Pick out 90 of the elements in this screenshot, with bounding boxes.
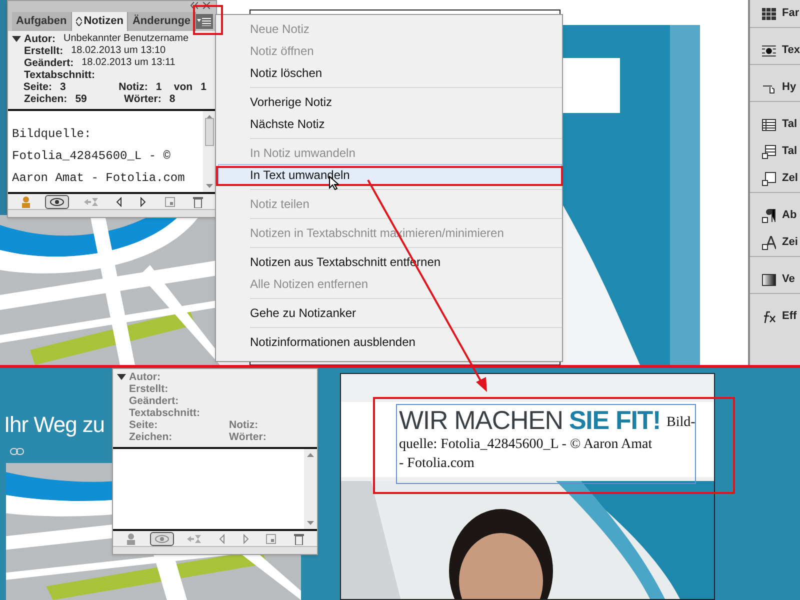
- new-note-icon: [164, 196, 175, 206]
- close-icon[interactable]: [203, 2, 210, 9]
- field-label: Erstellt:: [24, 45, 64, 57]
- scroll-up-icon[interactable]: [307, 453, 314, 457]
- table-icon: [762, 118, 776, 130]
- panel-item[interactable]: Eff: [750, 303, 800, 330]
- field-value: 18.02.2013 um 13:11: [80, 57, 176, 69]
- field-value: 1: [156, 81, 162, 93]
- panel-tab[interactable]: Änderunge: [128, 12, 196, 31]
- field-label: Zeichen:: [24, 93, 68, 105]
- caption-text: quelle: Fotolia_42845600_L - © Aaron Amat: [398, 436, 654, 454]
- panel-item[interactable]: Ab: [750, 202, 800, 229]
- field-label: Geändert:: [129, 395, 179, 407]
- panel-item[interactable]: Tal: [750, 138, 800, 165]
- field-label: Zeichen:: [129, 431, 172, 443]
- field-label: Notiz:: [229, 419, 258, 431]
- caption-text: - Fotolia.com: [398, 455, 476, 473]
- previous-icon: [218, 534, 225, 544]
- grid-icon: [762, 8, 776, 20]
- note-text-line: Fotolia_42845600_L - ©: [12, 148, 172, 165]
- headline-accent: SIE FIT!: [568, 405, 661, 435]
- panel-menu-button[interactable]: [196, 14, 213, 29]
- gradient-icon: [762, 274, 776, 286]
- disclosure-triangle-icon[interactable]: [12, 36, 21, 42]
- field-value: 3: [60, 81, 66, 93]
- field-value: 59: [75, 93, 87, 105]
- menu-item[interactable]: Vorherige Notiz: [250, 91, 562, 113]
- table-style-icon: [762, 144, 776, 158]
- menu-item[interactable]: Nächste Notiz: [250, 113, 562, 135]
- field-label: Textabschnitt:: [129, 407, 200, 419]
- eye-icon: [50, 198, 64, 206]
- page-heading: Ihr Weg zu: [4, 411, 104, 439]
- field-value: Unbekannter Benutzername: [62, 33, 189, 45]
- field-label: Seite:: [23, 81, 52, 93]
- field-label: Seite:: [129, 419, 158, 431]
- panel-tab[interactable]: Notizen: [72, 12, 128, 31]
- person-icon: [126, 532, 136, 544]
- new-note-icon: [266, 534, 276, 544]
- letter-a-icon: [762, 236, 776, 250]
- panel-item[interactable]: Zel: [750, 165, 800, 192]
- menu-item[interactable]: Notiz löschen: [250, 62, 562, 84]
- panel-item[interactable]: Tal: [750, 111, 800, 138]
- highlight-frame: [193, 5, 223, 35]
- panel-item[interactable]: Far: [750, 0, 800, 27]
- menu-icon: [197, 18, 212, 26]
- field-label: von: [174, 81, 193, 93]
- scroll-down-icon[interactable]: [307, 521, 314, 525]
- text-wrap-icon: [762, 44, 776, 56]
- field-value: 8: [169, 93, 176, 105]
- panel-item[interactable]: Ve: [750, 266, 800, 293]
- person-icon: [21, 196, 32, 208]
- note-text-line: Bildquelle:: [12, 126, 92, 143]
- field-value: 1: [200, 81, 206, 93]
- menu-item[interactable]: Gehe zu Notizanker: [250, 302, 562, 324]
- trash-icon: [192, 196, 203, 208]
- field-label: Wörter:: [124, 93, 162, 105]
- field-label: Textabschnitt:: [24, 69, 95, 81]
- headline: WIR MACHEN: [399, 405, 563, 435]
- resize-grip[interactable]: [8, 209, 216, 217]
- scroll-down-icon[interactable]: [206, 184, 213, 188]
- convert-icon: [187, 534, 202, 544]
- field-label: Geändert:: [24, 57, 74, 69]
- panel-tab[interactable]: Aufgaben: [12, 12, 72, 31]
- pilcrow-icon: [762, 208, 776, 222]
- trash-icon: [294, 532, 304, 544]
- convert-icon: [84, 196, 98, 206]
- next-icon: [242, 534, 249, 544]
- toolbar-button[interactable]: [45, 194, 70, 208]
- panel-item[interactable]: Hy: [750, 74, 800, 101]
- next-icon: [140, 196, 146, 206]
- field-label: Notiz:: [118, 81, 148, 93]
- field-value: 18.02.2013 um 13:10: [70, 45, 166, 57]
- cell-style-icon: [762, 172, 776, 186]
- field-label: Autor:: [129, 371, 160, 383]
- scrollbar-thumb[interactable]: [205, 118, 214, 146]
- caption-text: Bild-: [666, 414, 696, 432]
- link-icon: [10, 448, 24, 455]
- sort-arrows-icon: [76, 17, 82, 26]
- panel-item[interactable]: Tex: [750, 37, 800, 64]
- fx-icon: [762, 310, 776, 322]
- collapse-icon[interactable]: [190, 2, 198, 9]
- panel-item[interactable]: Zei: [750, 229, 800, 256]
- field-label: Wörter:: [229, 431, 266, 443]
- menu-item[interactable]: Notizinformationen ausblenden: [250, 331, 562, 353]
- previous-icon: [116, 196, 122, 206]
- field-label: Erstellt:: [129, 383, 168, 395]
- scrollbar[interactable]: [203, 111, 216, 192]
- field-label: Autor:: [24, 33, 56, 45]
- note-text-line: Aaron Amat - Fotolia.com: [12, 170, 186, 187]
- eye-icon: [154, 534, 169, 542]
